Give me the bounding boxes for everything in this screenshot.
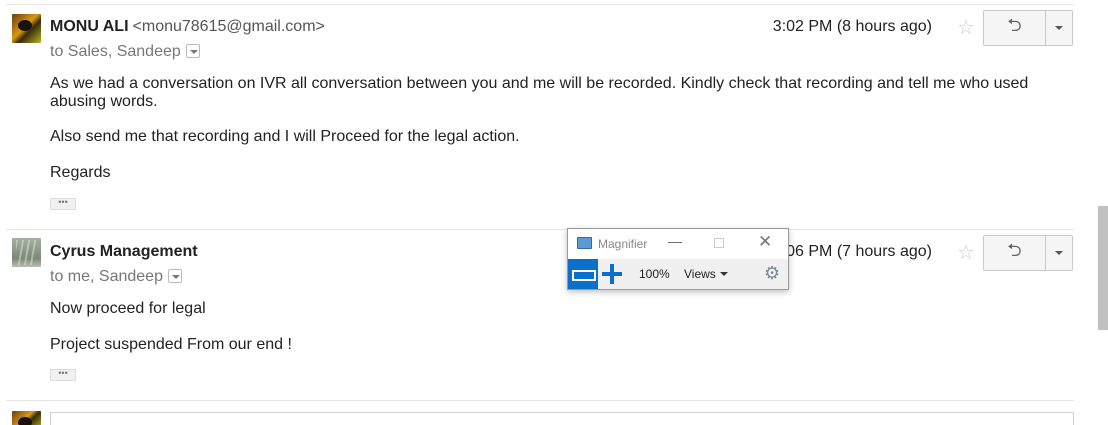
avatar: [12, 411, 41, 425]
sender-name[interactable]: MONU ALI <monu78615@gmail.com>: [50, 18, 325, 36]
recipients: to Sales, Sandeep: [50, 43, 200, 61]
chevron-down-icon: [1055, 26, 1063, 30]
details-dropdown-icon[interactable]: [185, 44, 200, 58]
reply-button[interactable]: ⮌: [984, 236, 1046, 270]
show-trimmed-content-button[interactable]: •••: [50, 198, 76, 210]
recipients-label: to Sales, Sandeep: [50, 43, 181, 60]
zoom-in-button[interactable]: [602, 264, 622, 284]
magnifier-titlebar[interactable]: Magnifier — ✕: [568, 229, 788, 259]
magnifier-title: Magnifier: [598, 237, 648, 251]
magnifier-icon: [577, 237, 592, 249]
zoom-out-button[interactable]: [568, 259, 598, 289]
details-dropdown-icon[interactable]: [167, 269, 182, 283]
scrollbar-thumb[interactable]: [1098, 206, 1108, 330]
show-trimmed-content-button[interactable]: •••: [50, 369, 76, 381]
reply-button-group: ⮌: [983, 235, 1073, 271]
zoom-level: 100%: [639, 267, 670, 281]
chevron-down-icon: [1055, 251, 1063, 255]
message-time: 3:02 PM (8 hours ago): [772, 18, 932, 35]
reply-icon: ⮌: [1007, 240, 1022, 260]
message-monu-ali: MONU ALI <monu78615@gmail.com> to Sales, …: [0, 6, 1090, 228]
sender-email: <monu78615@gmail.com>: [132, 18, 325, 35]
star-icon[interactable]: ☆: [957, 240, 975, 265]
star-icon[interactable]: ☆: [957, 15, 975, 40]
message-body-para-2: Project suspended From our end !: [50, 336, 292, 353]
avatar[interactable]: [12, 14, 41, 43]
close-button[interactable]: ✕: [758, 232, 772, 252]
reply-button-group: ⮌: [983, 10, 1073, 46]
gear-icon[interactable]: ⚙: [764, 263, 780, 283]
message-divider: [6, 229, 1074, 230]
views-label: Views: [684, 267, 716, 281]
recipients-label: to me, Sandeep: [50, 268, 163, 285]
message-body-para-1: Now proceed for legal: [50, 300, 206, 317]
top-divider: [6, 4, 1074, 5]
views-dropdown[interactable]: Views: [684, 267, 728, 281]
sender-name-label: MONU ALI: [50, 18, 129, 35]
avatar[interactable]: [12, 238, 41, 267]
more-options-button[interactable]: [1046, 11, 1072, 45]
message-cyrus-management: Cyrus Management to me, Sandeep 4:06 PM …: [0, 231, 1090, 399]
sender-name[interactable]: Cyrus Management: [50, 243, 198, 261]
reply-input[interactable]: [50, 412, 1074, 425]
message-body-para-2: Also send me that recording and I will P…: [50, 128, 520, 145]
message-divider: [6, 400, 1074, 401]
message-time: 4:06 PM (7 hours ago): [772, 243, 932, 260]
recipients: to me, Sandeep: [50, 268, 182, 286]
reply-icon: ⮌: [1007, 15, 1022, 35]
message-body-para-3: Regards: [50, 164, 111, 181]
minimize-button[interactable]: —: [668, 233, 682, 249]
maximize-button: [714, 238, 724, 248]
reply-button[interactable]: ⮌: [984, 11, 1046, 45]
magnifier-toolbar: 100% Views ⚙: [568, 259, 788, 289]
magnifier-window: Magnifier — ✕ 100% Views ⚙: [567, 228, 789, 290]
message-body-para-1: As we had a conversation on IVR all conv…: [50, 75, 1029, 110]
chevron-down-icon: [719, 272, 728, 276]
more-options-button[interactable]: [1046, 236, 1072, 270]
